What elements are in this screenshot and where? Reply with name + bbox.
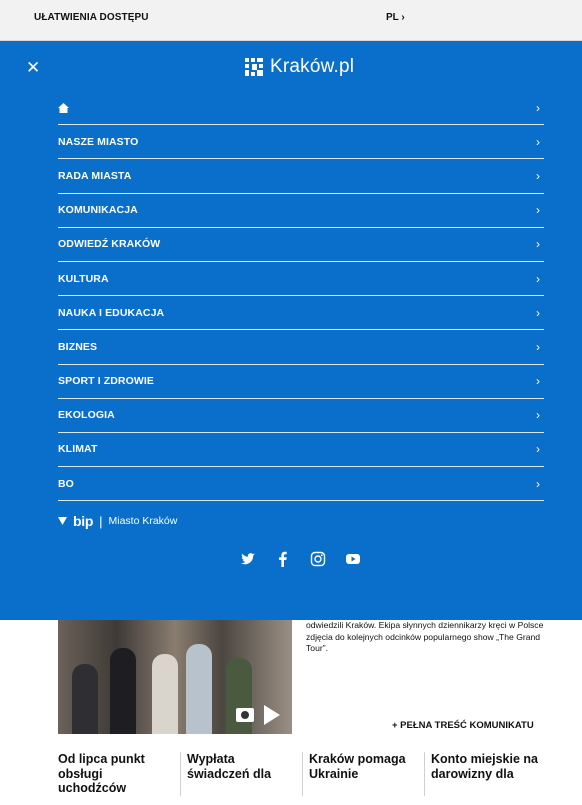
- menu-item-klimat[interactable]: KLIMAT ›: [58, 433, 544, 468]
- menu-item-nasze-miasto[interactable]: NASZE MIASTO ›: [58, 125, 544, 160]
- bip-link[interactable]: bip | Miasto Kraków: [58, 513, 177, 529]
- bip-word: bip: [73, 513, 94, 529]
- chevron-right-icon: ›: [536, 237, 540, 252]
- menu-item-nauka-i-edukacja[interactable]: NAUKA I EDUKACJA ›: [58, 296, 544, 331]
- photo-figure: [152, 654, 178, 734]
- close-icon[interactable]: ✕: [26, 59, 40, 76]
- social-links: [240, 551, 361, 567]
- menu-item-rada-miasta[interactable]: RADA MIASTA ›: [58, 159, 544, 194]
- chevron-right-icon: ›: [536, 134, 540, 149]
- menu-item-ekologia[interactable]: EKOLOGIA ›: [58, 399, 544, 433]
- facebook-icon[interactable]: [275, 551, 291, 567]
- menu-item-sport-i-zdrowie[interactable]: SPORT I ZDROWIE ›: [58, 365, 544, 399]
- menu-item-label: KOMUNIKACJA: [58, 204, 138, 217]
- camera-icon: [236, 708, 254, 722]
- full-release-link[interactable]: + PEŁNA TREŚĆ KOMUNIKATU: [392, 720, 534, 731]
- play-icon: [264, 705, 280, 725]
- menu-item-home[interactable]: ›: [58, 91, 544, 126]
- instagram-icon[interactable]: [310, 551, 326, 567]
- chevron-right-icon: ›: [536, 442, 540, 457]
- bip-separator: |: [99, 513, 103, 529]
- chevron-right-icon: ›: [536, 476, 540, 491]
- logo-text: Kraków.pl: [270, 56, 355, 77]
- chevron-right-icon: ›: [536, 374, 540, 389]
- photo-figure: [110, 648, 136, 734]
- main-menu-overlay: ✕ Kraków.pl › NASZE MIASTO › RADA MIASTA…: [0, 41, 582, 620]
- chevron-right-icon: ›: [536, 271, 540, 286]
- photo-figure: [226, 658, 252, 734]
- news-card-title[interactable]: Konto miejskie na darowizny dla: [424, 752, 546, 796]
- chevron-right-icon: ›: [536, 305, 540, 320]
- photo-figure: [186, 644, 212, 734]
- menu-item-kultura[interactable]: KULTURA ›: [58, 262, 544, 297]
- photo-figure: [72, 664, 98, 734]
- news-cards: Od lipca punkt obsługi uchodźców Wypłata…: [58, 752, 548, 796]
- menu-item-odwiedz-krakow[interactable]: ODWIEDŹ KRAKÓW ›: [58, 228, 544, 262]
- page: UŁATWIENIA DOSTĘPU PL › ✕ Kraków.pl › NA…: [0, 0, 582, 805]
- bip-flag-icon: [58, 517, 67, 525]
- news-photo[interactable]: [58, 620, 292, 734]
- news-card-title[interactable]: Kraków pomaga Ukrainie: [302, 752, 424, 796]
- menu-item-label: ODWIEDŹ KRAKÓW: [58, 238, 161, 251]
- chevron-right-icon: ›: [536, 203, 540, 218]
- news-card-title[interactable]: Od lipca punkt obsługi uchodźców: [58, 752, 180, 796]
- menu-item-label: KLIMAT: [58, 443, 98, 456]
- krakow-logo-icon: [245, 58, 263, 76]
- youtube-icon[interactable]: [345, 551, 361, 567]
- menu-item-label: BO: [58, 477, 74, 490]
- language-selector[interactable]: PL ›: [386, 12, 405, 23]
- menu-item-label: RADA MIASTA: [58, 169, 132, 182]
- twitter-icon[interactable]: [240, 551, 256, 567]
- menu-item-label: NASZE MIASTO: [58, 135, 139, 148]
- menu-list: › NASZE MIASTO › RADA MIASTA › KOMUNIKAC…: [58, 91, 544, 502]
- site-logo[interactable]: Kraków.pl: [244, 56, 354, 78]
- menu-item-label: EKOLOGIA: [58, 409, 115, 422]
- news-description: odwiedzili Kraków. Ekipa słynnych dzienn…: [306, 620, 544, 654]
- bip-city: Miasto Kraków: [108, 515, 178, 527]
- chevron-right-icon: ›: [536, 408, 540, 423]
- menu-item-label: NAUKA I EDUKACJA: [58, 306, 165, 319]
- home-icon: [58, 102, 69, 113]
- chevron-right-icon: ›: [536, 339, 540, 354]
- chevron-right-icon: ›: [536, 168, 540, 183]
- menu-item-bo[interactable]: BO ›: [58, 467, 544, 502]
- menu-item-label: KULTURA: [58, 272, 109, 285]
- menu-item-label: BIZNES: [58, 340, 98, 353]
- menu-item-biznes[interactable]: BIZNES ›: [58, 330, 544, 365]
- news-card-title[interactable]: Wypłata świadczeń dla: [180, 752, 302, 796]
- accessibility-link[interactable]: UŁATWIENIA DOSTĘPU: [34, 12, 149, 23]
- menu-item-label: SPORT I ZDROWIE: [58, 375, 154, 388]
- top-bar: UŁATWIENIA DOSTĘPU PL ›: [0, 0, 582, 41]
- chevron-right-icon: ›: [536, 100, 540, 115]
- menu-item-komunikacja[interactable]: KOMUNIKACJA ›: [58, 194, 544, 228]
